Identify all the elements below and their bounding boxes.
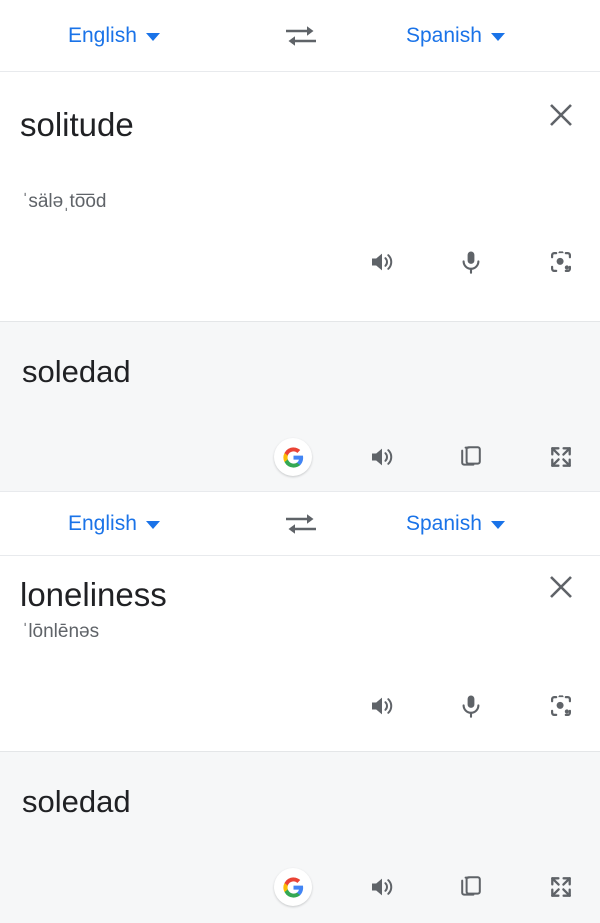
source-language-label: English [68,512,137,535]
listen-result-button-2[interactable] [362,867,402,907]
target-language-selector-1[interactable]: Spanish [406,25,505,46]
speaker-icon [372,253,393,271]
source-language-label: English [68,24,137,47]
google-search-button-2[interactable] [273,867,313,907]
swap-horizontal-icon [286,513,316,534]
translate-screen: English Spanish solitude ˈsäləˌto͞od sol… [0,0,600,923]
chevron-down-icon [490,32,505,41]
target-language-selector-2[interactable]: Spanish [406,513,505,534]
language-bar-1: English Spanish [0,0,600,72]
google-g-icon [274,868,312,906]
source-phonetic-2: ˈlōnlēnəs [22,621,100,642]
source-language-selector-1[interactable]: English [68,25,160,46]
source-actions-2 [0,684,600,728]
chevron-down-icon [145,32,160,41]
result-card-2: soledad [0,751,600,923]
clear-source-button-1[interactable] [544,98,578,132]
microphone-icon [462,695,480,718]
fullscreen-button-1[interactable] [541,437,581,477]
source-card-1: solitude ˈsäləˌto͞od [0,72,600,321]
source-actions-1 [0,240,600,284]
result-word-2[interactable]: soledad [22,786,131,817]
language-bar-2: English Spanish [0,491,600,556]
source-word-2[interactable]: loneliness [20,578,167,611]
listen-button-1[interactable] [362,242,402,282]
result-actions-2 [0,865,600,909]
copy-button-1[interactable] [451,437,491,477]
source-card-2: loneliness ˈlōnlēnəs [0,556,600,751]
result-actions-1 [0,435,600,479]
copy-icon [461,876,481,896]
swap-languages-button-2[interactable] [282,510,320,538]
source-language-selector-2[interactable]: English [68,513,160,534]
speaker-icon [372,878,393,896]
microphone-button-1[interactable] [451,242,491,282]
chevron-down-icon [490,520,505,529]
result-card-1: soledad [0,321,600,491]
close-icon [550,576,572,598]
google-g-icon [274,438,312,476]
result-word-1[interactable]: soledad [22,356,131,387]
microphone-button-2[interactable] [451,686,491,726]
target-language-label: Spanish [406,512,482,535]
fullscreen-icon [551,447,571,467]
swap-languages-button-1[interactable] [282,22,320,50]
google-lens-icon [551,695,571,716]
speaker-icon [372,448,393,466]
lens-button-1[interactable] [541,242,581,282]
listen-result-button-1[interactable] [362,437,402,477]
copy-icon [461,446,481,466]
source-word-1[interactable]: solitude [20,108,134,141]
close-icon [550,104,572,126]
fullscreen-icon [551,877,571,897]
google-lens-icon [551,251,571,272]
speaker-icon [372,697,393,715]
swap-horizontal-icon [286,25,316,46]
fullscreen-button-2[interactable] [541,867,581,907]
source-phonetic-1: ˈsäləˌto͞od [22,191,107,212]
clear-source-button-2[interactable] [544,570,578,604]
microphone-icon [462,251,480,274]
listen-button-2[interactable] [362,686,402,726]
copy-button-2[interactable] [451,867,491,907]
lens-button-2[interactable] [541,686,581,726]
google-search-button-1[interactable] [273,437,313,477]
target-language-label: Spanish [406,24,482,47]
chevron-down-icon [145,520,160,529]
